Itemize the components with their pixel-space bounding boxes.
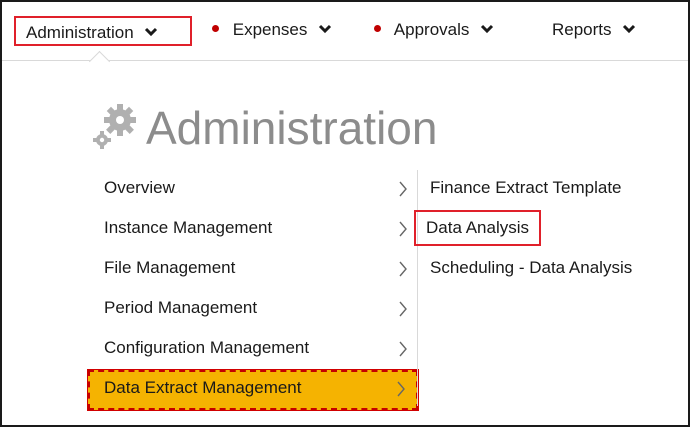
chevron-right-icon [397, 381, 405, 397]
gears-icon [93, 104, 136, 149]
nav-administration[interactable]: Administration [14, 16, 192, 46]
submenu-item-data-analysis[interactable]: Data Analysis [414, 210, 541, 246]
status-dot-icon [212, 25, 219, 33]
nav-reports[interactable]: Reports [552, 18, 636, 42]
status-dot-icon [374, 25, 381, 33]
menu-item-overview[interactable]: Overview [88, 170, 418, 210]
chevron-right-icon [399, 221, 407, 237]
nav-approvals[interactable]: Approvals [374, 18, 494, 42]
submenu-item-label: Data Analysis [426, 218, 529, 237]
menu-item-label: Period Management [104, 298, 258, 317]
chevron-right-icon [399, 181, 407, 197]
page-title-text: Administration [146, 102, 438, 154]
submenu-item-label: Scheduling - Data Analysis [430, 258, 633, 277]
menu-item-period-management[interactable]: Period Management [88, 290, 418, 330]
nav-expenses[interactable]: Expenses [212, 18, 332, 42]
menu-item-instance-management[interactable]: Instance Management [88, 210, 418, 250]
menu-item-label: File Management [104, 258, 236, 277]
menu-item-label: Data Extract Management [104, 378, 302, 397]
chevron-down-icon [622, 17, 636, 41]
menu-item-configuration-management[interactable]: Configuration Management [88, 330, 418, 370]
menu-item-label: Configuration Management [104, 338, 310, 357]
nav-administration-label: Administration [26, 23, 134, 42]
nav-approvals-label: Approvals [393, 20, 470, 39]
submenu-item-label: Finance Extract Template [430, 178, 622, 197]
submenu-item-scheduling-data-analysis[interactable]: Scheduling - Data Analysis [418, 250, 678, 290]
nav-reports-label: Reports [552, 20, 612, 39]
chevron-right-icon [399, 261, 407, 277]
admin-menu: Overview Instance Management File Manage… [87, 170, 419, 411]
chevron-right-icon [399, 301, 407, 317]
menu-item-file-management[interactable]: File Management [88, 250, 418, 290]
nav-expenses-label: Expenses [232, 20, 308, 39]
menu-item-data-extract-management[interactable]: Data Extract Management [87, 369, 419, 411]
menu-item-label: Overview [104, 178, 175, 197]
top-navigation-bar: Administration Expenses Approvals Report… [2, 2, 688, 61]
page-title: Administration [86, 98, 437, 158]
chevron-right-icon [399, 341, 407, 357]
menu-item-label: Instance Management [104, 218, 273, 237]
submenu-item-data-analysis-row: Data Analysis [414, 210, 678, 250]
app-window: Administration Expenses Approvals Report… [0, 0, 690, 427]
chevron-down-icon [318, 17, 332, 41]
submenu-item-finance-extract-template[interactable]: Finance Extract Template [418, 170, 678, 210]
data-extract-submenu: Finance Extract Template Data Analysis S… [414, 170, 678, 290]
chevron-down-icon [480, 17, 494, 41]
chevron-down-icon [144, 17, 158, 47]
